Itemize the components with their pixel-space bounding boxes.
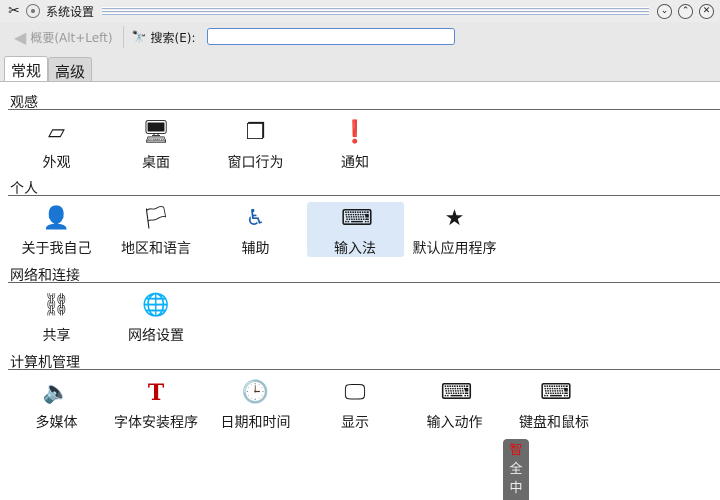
- search-input[interactable]: [207, 28, 455, 45]
- settings-item-label: 外观: [42, 155, 71, 171]
- settings-panel: 观感 ▱ 外观 🖥 桌面 ❐ 窗口行为 ❗ 通知个人 👤 关于我自己 🏳 地区和语言 ♿ 辅助 ⌨ 输入法 ★ 默认…: [0, 81, 720, 500]
- close-button[interactable]: ✕: [699, 3, 714, 19]
- maximize-button[interactable]: ⌃: [678, 3, 693, 19]
- settings-item[interactable]: 🔈 多媒体: [8, 376, 105, 431]
- settings-item[interactable]: 🕒 日期和时间: [207, 376, 304, 431]
- binoculars-icon: 🔭: [131, 30, 147, 44]
- appearance-icon: ▱: [48, 120, 65, 145]
- settings-item-label: 输入动作: [426, 415, 483, 431]
- settings-item[interactable]: 🌐 网络设置: [108, 289, 205, 344]
- settings-item[interactable]: ▱ 外观: [8, 116, 105, 171]
- tab-bar: 常规 高级: [4, 56, 93, 82]
- keyboard-mouse-icon: ⌨: [540, 380, 572, 405]
- settings-item-label: 日期和时间: [220, 415, 291, 431]
- settings-item-label: 通知: [341, 155, 369, 171]
- section-1: 个人 👤 关于我自己 🏳 地区和语言 ♿ 辅助 ⌨ 输入法 ★ 默认应用程序: [8, 178, 720, 257]
- section-2: 网络和连接 ⛓ 共享 🌐 网络设置: [8, 265, 720, 344]
- sharing-icon: ⛓: [42, 293, 71, 318]
- settings-item-label: 默认应用程序: [412, 241, 497, 257]
- settings-item[interactable]: 🖵 显示: [307, 376, 404, 431]
- settings-item[interactable]: ❐ 窗口行为: [207, 116, 304, 171]
- settings-item[interactable]: 🏳 地区和语言: [108, 202, 205, 257]
- settings-item-label: 键盘和鼠标: [519, 415, 589, 431]
- settings-item-label: 桌面: [142, 155, 170, 171]
- tab-advanced[interactable]: 高级: [48, 57, 93, 82]
- notification-icon: ❗: [341, 120, 369, 145]
- ime-toolbar[interactable]: 智 全 中: [503, 439, 529, 500]
- settings-item-label: 字体安装程序: [114, 415, 198, 431]
- minimize-button[interactable]: ⌄: [657, 3, 672, 19]
- section-title: 网络和连接: [8, 265, 720, 284]
- window-title: 系统设置: [46, 4, 95, 19]
- network-icon: 🌐: [142, 293, 170, 318]
- ime-mode[interactable]: 智: [503, 441, 529, 460]
- settings-item-label: 关于我自己: [21, 241, 92, 257]
- font-icon: T: [147, 380, 165, 406]
- title-bar: ✂ 系统设置 ⌄ ⌃ ✕: [0, 0, 720, 22]
- speaker-icon: 🔈: [42, 380, 71, 405]
- search-label: 搜索(E):: [150, 30, 196, 45]
- settings-item[interactable]: 🖥 桌面: [108, 116, 205, 171]
- ime-fullwidth[interactable]: 全: [503, 460, 529, 479]
- keyboard-icon: ⌨: [341, 206, 373, 231]
- settings-item[interactable]: ⌨ 输入法: [306, 202, 404, 257]
- settings-item-label: 共享: [42, 328, 71, 344]
- default-apps-icon: ★: [444, 206, 465, 231]
- settings-item[interactable]: ❗ 通知: [307, 116, 404, 171]
- pin-icon[interactable]: [26, 4, 40, 18]
- title-decoration: [102, 6, 649, 16]
- settings-item[interactable]: ★ 默认应用程序: [406, 202, 503, 257]
- clock-icon: 🕒: [241, 380, 270, 405]
- settings-item-label: 窗口行为: [227, 155, 284, 171]
- settings-item[interactable]: T 字体安装程序: [108, 376, 205, 431]
- section-title: 观感: [8, 92, 720, 111]
- flag-icon: 🏳: [142, 206, 170, 231]
- settings-item-label: 显示: [341, 415, 369, 431]
- desktop-icon: 🖥: [142, 120, 170, 145]
- input-actions-icon: ⌨: [440, 380, 473, 405]
- settings-item[interactable]: ⌨ 键盘和鼠标: [506, 376, 603, 431]
- user-icon: 👤: [42, 206, 71, 231]
- section-title: 个人: [8, 178, 720, 197]
- settings-item[interactable]: ♿ 辅助: [207, 202, 304, 257]
- settings-item-label: 地区和语言: [121, 241, 191, 257]
- toolbar-separator: [122, 26, 124, 48]
- settings-item-label: 辅助: [241, 241, 270, 257]
- settings-item[interactable]: ⛓ 共享: [8, 289, 105, 344]
- tab-general[interactable]: 常规: [4, 56, 49, 82]
- ime-language[interactable]: 中: [503, 479, 529, 498]
- settings-item[interactable]: 👤 关于我自己: [8, 202, 105, 257]
- settings-item-label: 多媒体: [35, 415, 78, 431]
- section-title: 计算机管理: [8, 352, 720, 371]
- section-0: 观感 ▱ 外观 🖥 桌面 ❐ 窗口行为 ❗ 通知: [8, 92, 720, 171]
- section-3: 计算机管理 🔈 多媒体 T 字体安装程序 🕒 日期和时间 🖵 显示 ⌨ 输入动作 ⌨ 键盘和鼠标: [8, 352, 720, 431]
- monitor-icon: 🖵: [344, 380, 366, 405]
- back-arrow-icon: ◀: [14, 27, 27, 47]
- accessibility-icon: ♿: [245, 206, 266, 231]
- back-label: 概要(Alt+Left): [30, 30, 113, 45]
- settings-item[interactable]: ⌨ 输入动作: [406, 376, 503, 431]
- toolbar: ◀ 概要(Alt+Left) 🔭 搜索(E):: [0, 22, 720, 52]
- back-button[interactable]: ◀ 概要(Alt+Left): [14, 28, 113, 47]
- tools-icon[interactable]: ✂: [6, 3, 22, 19]
- settings-item-label: 网络设置: [128, 328, 184, 344]
- window-behavior-icon: ❐: [245, 120, 266, 145]
- settings-item-label: 输入法: [334, 241, 376, 257]
